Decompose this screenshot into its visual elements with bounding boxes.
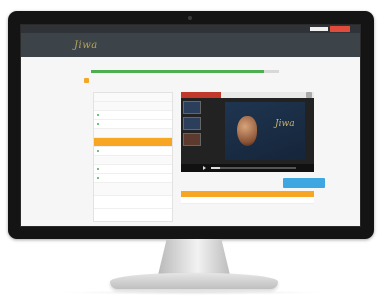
table-row[interactable]: [181, 197, 314, 204]
sidebar-section-header: [94, 102, 172, 111]
slide-thumbnail[interactable]: [183, 117, 201, 130]
sidebar-section-header: [94, 156, 172, 165]
monitor-screen: Jiwa Jiwa: [20, 24, 361, 227]
top-action-button[interactable]: [330, 26, 350, 32]
top-search-field[interactable]: [310, 27, 328, 31]
sidebar-lesson-item[interactable]: [94, 165, 172, 174]
presentation-slide: Jiwa: [225, 102, 305, 160]
course-title: [84, 78, 91, 83]
slide-thumbnail[interactable]: [183, 101, 201, 114]
desk-shadow: [60, 290, 325, 295]
sidebar-lesson-item[interactable]: [94, 174, 172, 183]
fetus-image: [237, 116, 257, 146]
sidebar-lesson-item[interactable]: [94, 111, 172, 120]
play-icon[interactable]: [203, 166, 206, 170]
slide-logo: Jiwa: [275, 119, 295, 129]
video-seek-fill: [211, 167, 220, 169]
sidebar-lesson-item[interactable]: [94, 196, 172, 209]
complete-dot-icon: [97, 177, 99, 180]
complete-dot-icon: [97, 168, 99, 171]
main-navigation-bar: Jiwa: [21, 33, 360, 57]
lesson-sidebar: [93, 92, 173, 222]
sidebar-section-header: [94, 93, 172, 102]
course-progress-bar: [91, 70, 279, 73]
video-controls: [181, 164, 314, 172]
video-header-bar: [181, 92, 314, 98]
slide-thumbnails: [183, 101, 201, 149]
presenter-avatar: [306, 92, 312, 98]
course-badge-icon: [84, 78, 89, 83]
complete-dot-icon: [97, 150, 99, 153]
sidebar-section-header: [94, 129, 172, 138]
monitor-stand-neck: [158, 239, 230, 275]
next-lesson-button[interactable]: [283, 178, 325, 188]
site-logo[interactable]: Jiwa: [74, 40, 98, 51]
slide-thumbnail[interactable]: [183, 133, 201, 146]
sidebar-section-header: [94, 183, 172, 196]
resources-table: [181, 191, 314, 204]
monitor-bezel: Jiwa Jiwa: [8, 11, 374, 239]
course-content-area: Jiwa: [21, 57, 360, 226]
complete-dot-icon: [97, 114, 99, 117]
video-seek-bar[interactable]: [211, 167, 296, 169]
complete-dot-icon: [97, 123, 99, 126]
monitor-stand-base: [110, 273, 278, 289]
top-utility-bar: [21, 25, 360, 33]
video-player[interactable]: Jiwa: [181, 92, 314, 172]
video-header-accent: [181, 92, 221, 98]
table-cell: [248, 197, 315, 203]
table-cell: [181, 197, 248, 203]
sidebar-lesson-item[interactable]: [94, 147, 172, 156]
webcam-dot: [188, 16, 192, 20]
sidebar-lesson-item[interactable]: [94, 120, 172, 129]
sidebar-lesson-item-active[interactable]: [94, 138, 172, 147]
course-progress-fill: [91, 70, 264, 73]
